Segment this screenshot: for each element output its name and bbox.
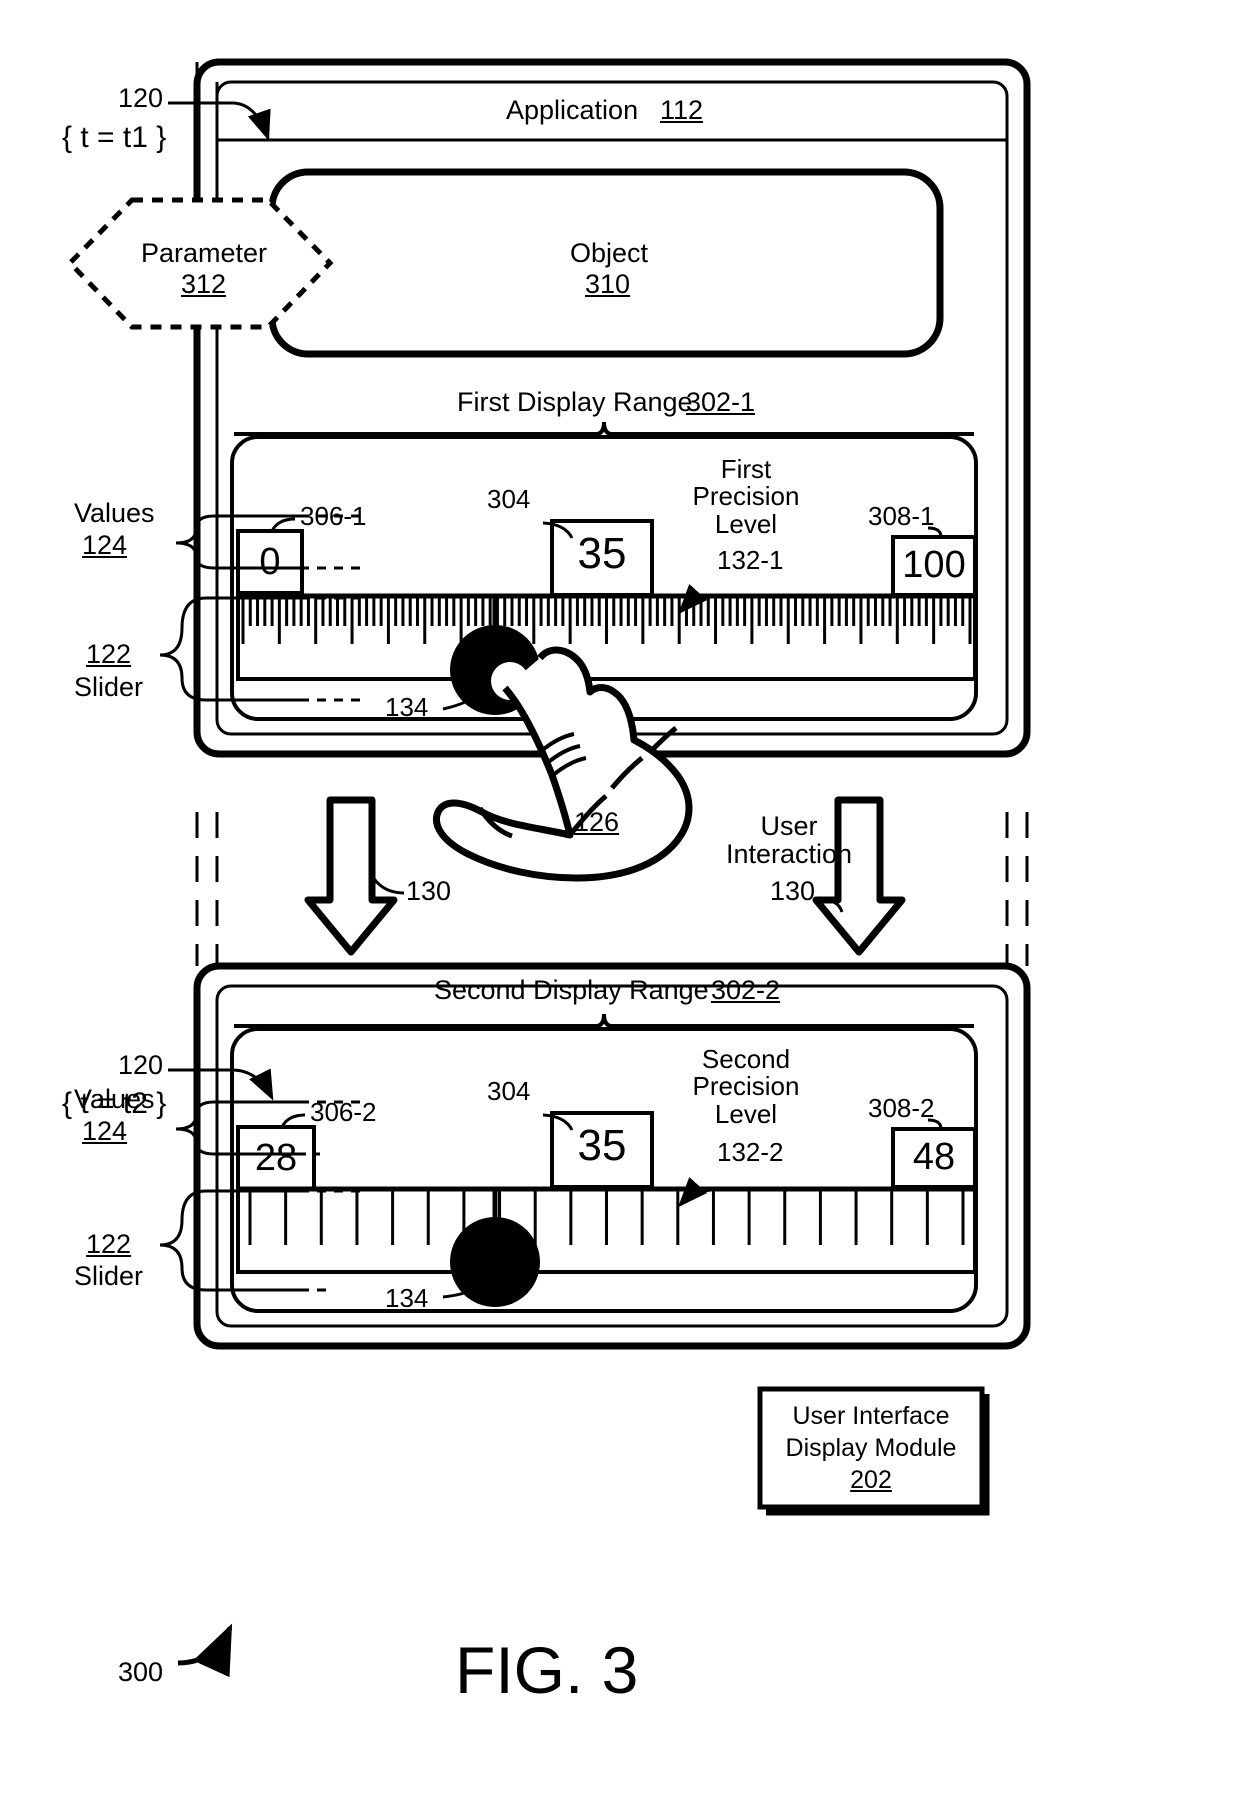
min-value-2: 28 <box>254 1137 298 1179</box>
precision-line-3: Level <box>714 508 778 539</box>
max-value-ref-2: 308-2 <box>868 1093 935 1123</box>
precision-line-2: Precision <box>692 481 800 512</box>
precision-level-label-2: Second Precision Level <box>683 1044 809 1129</box>
user-interaction-line-2: Interaction <box>725 839 853 870</box>
min-value-ref-2: 306-2 <box>310 1097 377 1127</box>
current-value-ref-1: 304 <box>487 484 531 514</box>
leader-130-left <box>370 875 405 895</box>
application-ref: 112 <box>660 95 704 125</box>
values-label-2: Values <box>74 1084 155 1114</box>
precision-ref-1: 132-1 <box>717 545 784 575</box>
precision-ref-2: 132-2 <box>717 1137 784 1167</box>
user-interaction-line-1: User <box>760 811 818 841</box>
leader-120-t2 <box>168 1068 274 1101</box>
max-value-1: 100 <box>902 544 966 586</box>
leader-300 <box>177 1623 233 1678</box>
bracket-slider-2 <box>159 1189 360 1292</box>
current-value-2: 35 <box>577 1121 627 1170</box>
ref-120-t2: 120 <box>118 1050 164 1080</box>
arrow-ref-left: 130 <box>406 876 452 906</box>
application-title: Application <box>506 95 639 125</box>
module-line-2: Display Module <box>785 1434 957 1462</box>
current-value-ref-2: 304 <box>487 1076 531 1106</box>
min-value-ref-1: 306-1 <box>300 501 367 531</box>
transition-arrow-left <box>304 796 398 956</box>
diagram-ref-300: 300 <box>118 1657 164 1687</box>
slider-label-1: Slider <box>74 672 144 702</box>
precision-line-2-2: Precision <box>692 1071 800 1102</box>
values-ref-2: 124 <box>82 1116 128 1146</box>
slider-ref-1: 122 <box>86 639 132 669</box>
hand-ref: 126 <box>574 807 620 837</box>
user-interaction-label: User Interaction <box>706 812 872 869</box>
display-range-brace-1 <box>234 421 974 436</box>
current-value-1: 35 <box>577 529 627 578</box>
module-ref: 202 <box>850 1466 892 1494</box>
module-line-1: User Interface <box>792 1402 950 1430</box>
display-range-label-1: First Display Range <box>457 387 693 417</box>
parameter-title: Parameter <box>141 238 268 268</box>
time-label-t1: { t = t1 } <box>62 121 167 154</box>
parameter-ref: 312 <box>181 269 227 299</box>
max-value-2: 48 <box>912 1136 956 1178</box>
display-range-label-2: Second Display Range <box>434 975 709 1005</box>
ruler-ticks-fine <box>241 598 972 644</box>
display-range-ref-2: 302-2 <box>711 975 781 1005</box>
precision-line-1-2: Second <box>701 1044 791 1074</box>
max-value-ref-1: 308-1 <box>868 501 935 531</box>
object-ref: 310 <box>585 269 631 299</box>
display-range-brace-2 <box>234 1013 974 1028</box>
object-title: Object <box>570 238 649 268</box>
thumb-ref-1: 134 <box>385 692 429 722</box>
module-label: User Interface Display Module 202 <box>760 1400 982 1496</box>
precision-level-label-1: First Precision Level <box>683 454 809 539</box>
patent-figure-3: { t = t1 } 120 { t = t2 } 120 Applicatio… <box>0 0 1240 1805</box>
precision-line-3-2: Level <box>714 1098 778 1129</box>
slider-label-2: Slider <box>74 1261 144 1291</box>
slider-ref-2: 122 <box>86 1229 132 1259</box>
values-label-1: Values <box>74 498 155 528</box>
figure-label: FIG. 3 <box>455 1633 639 1707</box>
values-ref-1: 124 <box>82 530 128 560</box>
ref-120-t1: 120 <box>118 83 164 113</box>
thumb-ref-2: 134 <box>385 1283 429 1313</box>
precision-line-1: First <box>720 454 772 484</box>
min-value-1: 0 <box>259 541 281 583</box>
display-range-ref-1: 302-1 <box>686 387 756 417</box>
ruler-ticks-coarse <box>248 1191 965 1245</box>
arrow-ref-right: 130 <box>770 876 816 906</box>
